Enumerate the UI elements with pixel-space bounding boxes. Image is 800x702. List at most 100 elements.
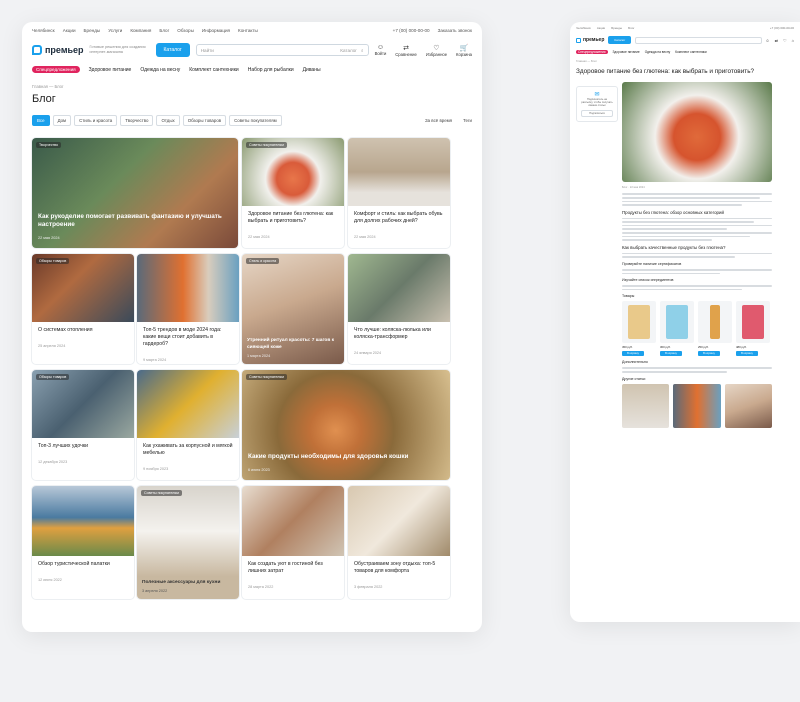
product-card[interactable]: 450 руб. В корзину xyxy=(622,301,656,357)
post-card[interactable]: Советы покупателям Здоровое питание без … xyxy=(242,138,344,248)
post-card[interactable]: Обзоры товаров О системах отопления 25 ап… xyxy=(32,254,134,364)
top-link[interactable]: Бренды xyxy=(84,28,101,33)
filter-chip[interactable]: Советы покупателям xyxy=(229,115,282,126)
top-link[interactable]: Информация xyxy=(202,28,230,33)
product-card[interactable]: 250 руб. В корзину xyxy=(698,301,732,357)
section-heading: Продукты без глютена: обзор основных кат… xyxy=(622,209,724,215)
top-link[interactable]: Контакты xyxy=(238,28,258,33)
logo-icon xyxy=(32,45,42,55)
heart-icon: ♡ xyxy=(433,44,440,52)
tags-link[interactable]: Теги xyxy=(463,118,472,123)
header: премьер Готовые решения для создания инт… xyxy=(22,39,482,61)
top-link[interactable]: Блог xyxy=(159,28,169,33)
subscribe-widget: ✉ Подпишитесь на рассылку, чтобы получат… xyxy=(576,86,618,123)
breadcrumb[interactable]: Главная — Блог xyxy=(22,78,482,91)
post-card[interactable]: Обустраиваем зону отдыха: топ-5 товаров … xyxy=(348,486,450,599)
search-icon[interactable]: ⌕ xyxy=(361,48,364,53)
favorites-button[interactable]: ♡ Избранное xyxy=(426,44,447,57)
header: премьер Каталог ☺ ⇄ ♡ ⌂ xyxy=(570,34,800,48)
product-card[interactable]: 480 руб. В корзину xyxy=(736,301,770,357)
cart-button[interactable]: 🛒 Корзина xyxy=(456,44,472,57)
products-heading: Товары xyxy=(622,294,635,299)
cart-icon[interactable]: ⌂ xyxy=(792,38,794,43)
promo-bar: Спецпредложения Здоровое питание Одежда … xyxy=(22,61,482,78)
top-link[interactable]: Обзоры xyxy=(177,28,194,33)
search-input[interactable] xyxy=(635,36,762,44)
article-title: Здоровое питание без глютена: как выбрат… xyxy=(576,68,755,75)
other-articles-heading: Другие статьи xyxy=(622,376,646,381)
product-card[interactable]: 300 руб. В корзину xyxy=(660,301,694,357)
promo-bar: Спецпредложения Здоровое питание Одежда … xyxy=(576,50,707,54)
top-bar: Челябинск Акции Бренды Услуги Компания Б… xyxy=(22,22,482,39)
top-bar: Челябинск Акции Бренды Блог +7 (00) 000-… xyxy=(576,26,794,30)
filter-chip[interactable]: Стиль и красота xyxy=(74,115,118,126)
post-card[interactable]: Что лучше: коляска-люлька или коляска-тр… xyxy=(348,254,450,364)
subsection-heading: Проверяйте наличие сертификатов xyxy=(622,262,682,267)
post-card[interactable]: Обзоры товаров Топ-3 лучших удочки 12 дек… xyxy=(32,370,134,480)
add-to-cart-button[interactable]: В корзину xyxy=(698,351,720,357)
post-card[interactable]: Как создать уют в гостиной без лишних за… xyxy=(242,486,344,599)
subsection-heading: Изучайте список ингредиентов xyxy=(622,278,674,283)
post-card[interactable]: Топ-5 трендов в моде 2024 года: какие ве… xyxy=(137,254,239,364)
posts-grid: Творчество Как рукоделие помогает развив… xyxy=(32,138,472,603)
compare-icon[interactable]: ⇄ xyxy=(775,38,778,43)
search-input[interactable]: Найти Каталог ⌕ xyxy=(195,44,369,56)
blog-list-page: Челябинск Акции Бренды Услуги Компания Б… xyxy=(22,22,482,632)
category-filters: Все Дом Стиль и красота Творчество Отдых… xyxy=(22,111,482,130)
subscribe-button[interactable]: Подписаться xyxy=(581,110,613,118)
filter-chip[interactable]: Обзоры товаров xyxy=(182,115,227,126)
logo-icon xyxy=(576,37,581,43)
promo-item[interactable]: Здоровое питание xyxy=(89,67,132,73)
post-card[interactable]: Обзор туристической палатки 12 июня 2022 xyxy=(32,486,134,599)
product-list: 450 руб. В корзину 300 руб. В корзину 250 … xyxy=(622,301,772,357)
post-card[interactable]: Советы покупателям Какие продукты необхо… xyxy=(242,370,450,480)
phone[interactable]: +7 (00) 000-00-00 xyxy=(393,28,430,33)
other-article-card[interactable] xyxy=(724,383,772,428)
tagline: Готовые решения для создания интернет-ма… xyxy=(89,45,146,54)
promo-item[interactable]: Диваны xyxy=(303,67,321,73)
filter-chip[interactable]: Отдых xyxy=(156,115,180,126)
heart-icon[interactable]: ♡ xyxy=(783,38,787,43)
city-selector[interactable]: Челябинск xyxy=(32,28,55,33)
promo-badge[interactable]: Спецпредложения xyxy=(32,66,80,73)
callback-link[interactable]: Заказать звонок xyxy=(438,28,472,33)
more-heading: Дополнительно xyxy=(622,360,648,365)
user-icon: ☺ xyxy=(376,43,384,51)
post-card[interactable]: Комфорт и стиль: как выбрать обувь для д… xyxy=(348,138,450,248)
add-to-cart-button[interactable]: В корзину xyxy=(660,351,682,357)
promo-item[interactable]: Одежда на весну xyxy=(140,67,180,73)
post-card[interactable]: Как ухаживать за корпусной и мягкой мебе… xyxy=(137,370,239,480)
top-link[interactable]: Акции xyxy=(63,28,76,33)
logo[interactable]: премьер xyxy=(576,37,604,43)
top-link[interactable]: Услуги xyxy=(108,28,122,33)
post-card[interactable]: Советы покупателям Полезные аксессуары д… xyxy=(137,486,239,599)
breadcrumb[interactable]: Главная — Блог xyxy=(570,56,800,66)
filter-chip[interactable]: Творчество xyxy=(120,115,154,126)
post-card[interactable]: Стиль и красота Утренний ритуал красоты:… xyxy=(242,254,344,364)
search-scope[interactable]: Каталог xyxy=(340,48,357,53)
filter-chip[interactable]: Все xyxy=(32,115,50,126)
login-button[interactable]: ☺ Войти xyxy=(375,44,387,57)
page-title: Блог xyxy=(32,93,56,105)
other-article-card[interactable] xyxy=(673,383,721,428)
add-to-cart-button[interactable]: В корзину xyxy=(622,351,644,357)
hero-image xyxy=(622,82,772,183)
promo-item[interactable]: Комплект сантехники xyxy=(189,67,238,73)
article-page: Челябинск Акции Бренды Блог +7 (00) 000-… xyxy=(570,22,800,622)
logo[interactable]: премьер xyxy=(32,45,84,55)
other-articles xyxy=(622,383,772,428)
filter-chip[interactable]: Дом xyxy=(52,115,72,126)
other-article-card[interactable] xyxy=(622,383,670,428)
post-card[interactable]: Творчество Как рукоделие помогает развив… xyxy=(32,138,238,248)
add-to-cart-button[interactable]: В корзину xyxy=(736,351,758,357)
sort-dropdown[interactable]: За всё время xyxy=(425,118,452,123)
user-icon[interactable]: ☺ xyxy=(766,38,770,43)
section-heading: Как выбрать качественные продукты без гл… xyxy=(622,244,726,250)
top-link[interactable]: Компания xyxy=(130,28,151,33)
promo-item[interactable]: Набор для рыбалки xyxy=(248,67,294,73)
catalog-button[interactable]: Каталог xyxy=(155,43,190,57)
catalog-button[interactable]: Каталог xyxy=(608,36,632,44)
compare-button[interactable]: ⇄ Сравнение xyxy=(395,44,417,57)
article-meta: Блог · 22 мая 2024 xyxy=(622,186,645,190)
compare-icon: ⇄ xyxy=(403,44,409,52)
